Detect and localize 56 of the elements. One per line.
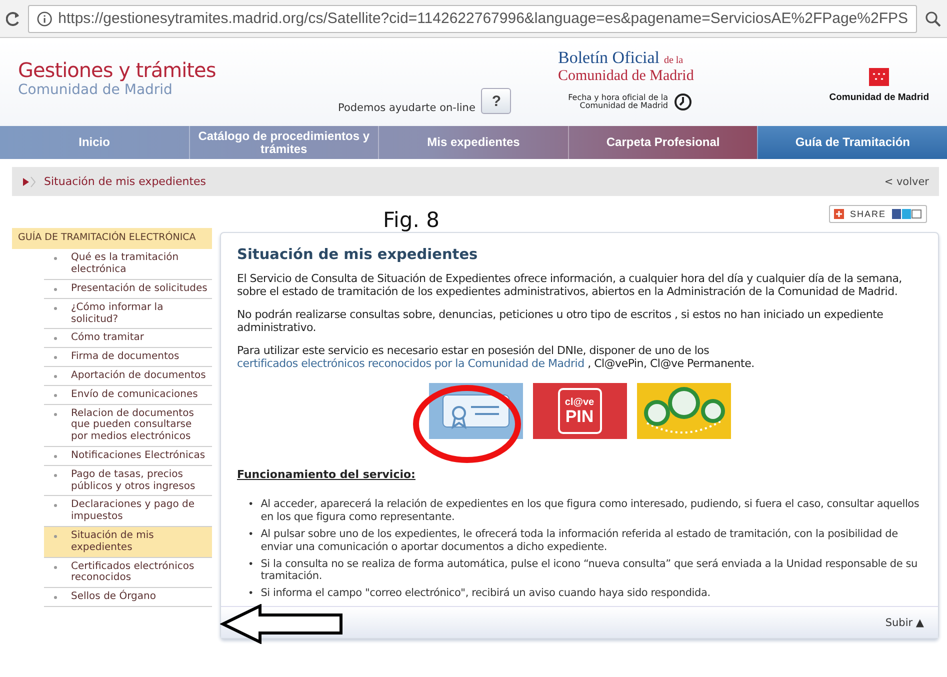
clave-pin-logo[interactable]: cl@ve PIN	[532, 383, 626, 440]
bullet-symbol: •	[249, 587, 253, 600]
bulletin-de-la: de la	[664, 55, 684, 66]
bullet-symbol: •	[249, 558, 253, 570]
sidebar-item[interactable]: Sellos de Órgano	[44, 588, 212, 607]
bullet-item: Si informa el campo "correo electrónico", recibirá un aviso cuando haya sido respondida.	[260, 587, 710, 600]
sidebar-item[interactable]: Qué es la tramitación electrónica	[44, 249, 212, 280]
flag-logo-icon	[869, 68, 890, 86]
sidebar-item[interactable]: Cómo tramitar	[44, 329, 212, 348]
sidebar-item[interactable]: Firma de documentos	[44, 348, 212, 367]
sidebar-item[interactable]: Relacion de documentos que pueden consultarse por medios electrónicos	[44, 404, 212, 447]
social-icons	[892, 209, 922, 219]
share-button[interactable]: SHARE	[828, 205, 927, 223]
bullet-symbol: •	[249, 498, 253, 512]
info-icon[interactable]	[37, 10, 52, 26]
paragraph: No podrán realizarse consultas sobre, denuncias, peticiones u otro tipo de escritos , si estos no han iniciado un expediente administrativo.	[237, 308, 884, 335]
address-field[interactable]: https://gestionesytramites.madrid.org/cs/Satellite?cid=1142622767996&language=es&pagename=ServiciosAE%2FPage%2FPS	[28, 4, 917, 32]
bulletin-subtitle: Comunidad de Madrid	[558, 68, 694, 85]
plus-icon	[834, 209, 844, 219]
reload-icon[interactable]	[6, 12, 20, 26]
site-title[interactable]: Gestiones y trámites	[18, 58, 238, 82]
help-button[interactable]: ?	[481, 88, 512, 114]
sidebar-item[interactable]: Certificados electrónicos reconocidos	[44, 558, 212, 588]
bullet-item: Al acceder, aparecerá la relación de expedientes en los que figura como interesado, pudiendo, si fuera el caso, consultar aquellos en los que figura como representante.	[260, 498, 920, 524]
sidebar-item[interactable]: Envío de comunicaciones	[44, 386, 212, 405]
clock-icon[interactable]	[674, 93, 692, 111]
bulletin-title[interactable]: Boletín Oficial	[558, 48, 660, 67]
nav-tab[interactable]: Mis expedientes	[378, 126, 568, 159]
back-to-top-link[interactable]: Subir ▲	[885, 616, 924, 629]
certificates-link[interactable]: certificados electrónicos reconocidos por	[237, 357, 452, 370]
bullet-symbol: •	[249, 528, 253, 541]
bullet-item: Al pulsar sobre uno de los expedientes, le ofrecerá toda la información referida al estado de tramitación, con la posibilidad de enviar una comunicación o aportar documentos a dicho expediente.	[260, 528, 899, 554]
sidebar-item[interactable]: Aportación de documentos	[44, 366, 212, 386]
paragraph: Para utilizar este servicio es necesario estar en posesión del DNIe, disponer de uno de los certificados electrónicos reconocidos por la Comunidad de Madrid , Cl@vePin, Cl@ve Permanente.	[237, 344, 756, 370]
back-link[interactable]: < volver	[884, 176, 929, 188]
sidebar-item[interactable]: Pago de tasas, precios públicos y otros ingresos	[44, 466, 212, 496]
search-icon[interactable]	[925, 10, 941, 26]
clave-permanente-logo[interactable]	[636, 383, 730, 440]
certificates-link[interactable]: la Comunidad de Madrid	[455, 357, 584, 370]
bullet-item: Si la consulta no se realiza de forma automática, pulse el icono “nueva consulta” que será enviada a la Unidad responsable de su tramitación.	[260, 558, 918, 584]
official-time-text: Fecha y hora oficial de la Comunidad de Madrid	[567, 94, 668, 110]
section-title: Funcionamiento del servicio:	[237, 468, 416, 482]
sidebar-item[interactable]: Notificaciones Electrónicas	[44, 446, 212, 466]
caret-icon	[22, 176, 36, 188]
sidebar-item[interactable]: Presentación de solicitudes	[44, 280, 212, 299]
page-title: Situación de mis expedientes	[237, 247, 479, 263]
sidebar-title: GUÍA DE TRAMITACIÓN ELECTRÓNICA	[12, 228, 212, 250]
paragraph: El Servicio de Consulta de Situación de Expedientes ofrece información, a cualquier hora del día y cualquier día de la semana, sobre el estado de tramitación de los expedientes administrativos, abiertos en la Administración de la Comunidad de Madrid.	[237, 272, 903, 299]
site-subtitle: Comunidad de Madrid	[18, 82, 174, 98]
help-text: Podemos ayudarte on-line	[338, 102, 476, 114]
region-logo-text: Comunidad de Madrid	[829, 92, 929, 103]
breadcrumb-text: Situación de mis expedientes	[44, 175, 206, 188]
nav-tab[interactable]: Guía de Tramitación	[757, 126, 947, 159]
sidebar-item[interactable]: ¿Cómo informar la solicitud?	[44, 298, 212, 330]
sidebar-item[interactable]: Situación de mis expedientes	[44, 526, 212, 558]
figure-label: Fig. 8	[383, 208, 440, 232]
